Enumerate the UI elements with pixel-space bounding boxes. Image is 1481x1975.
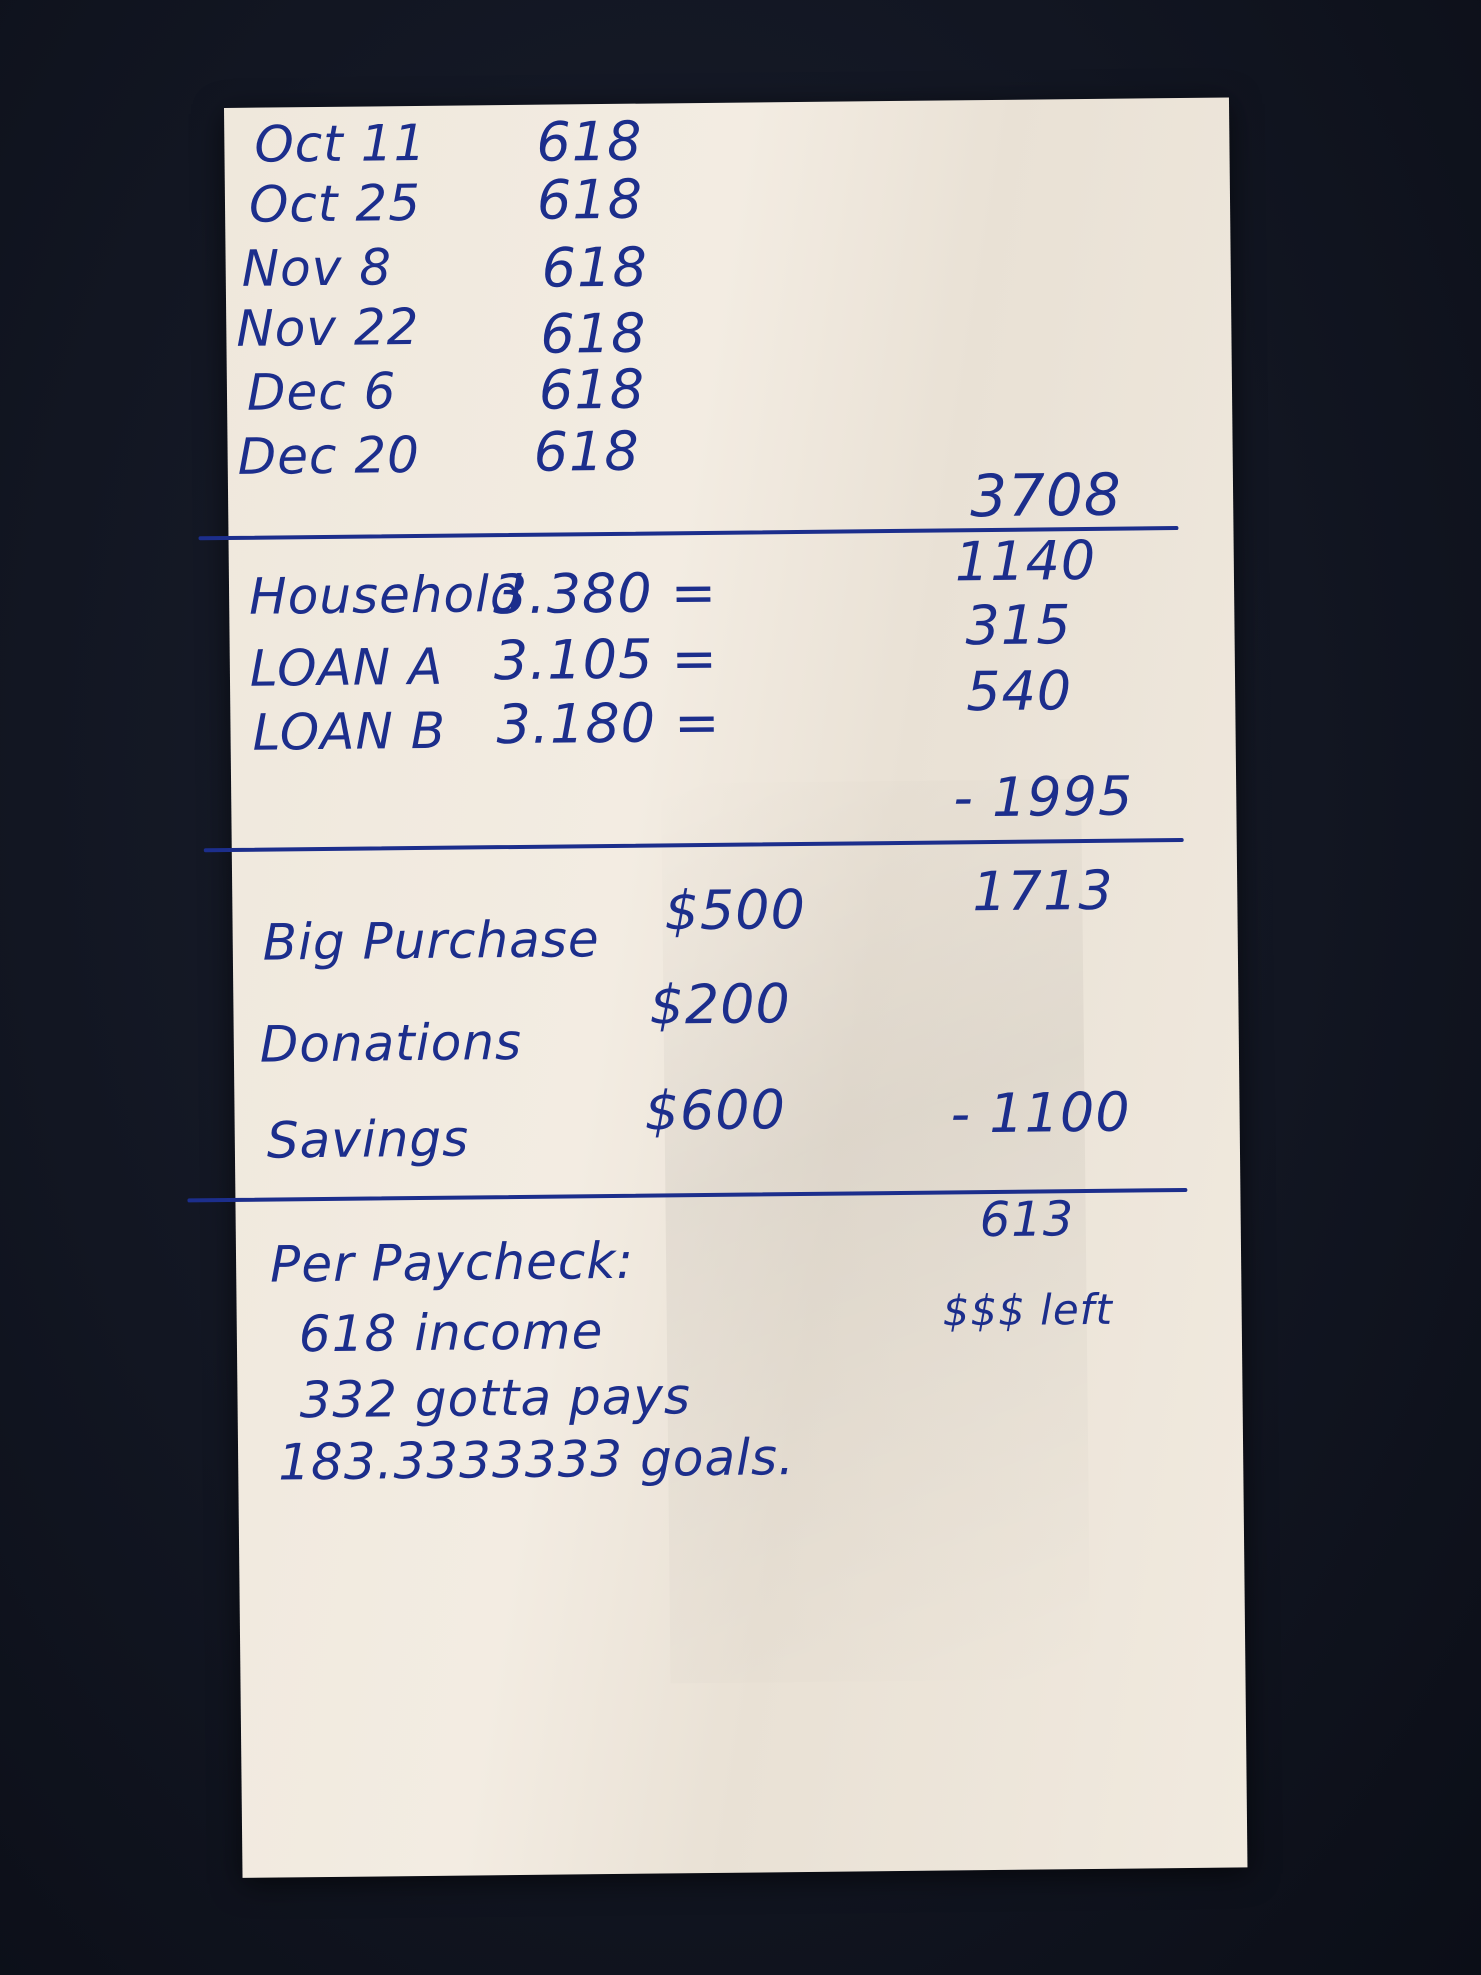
bill-amount: 315 [965, 593, 1072, 658]
paycheck-amount: 618 [538, 357, 646, 422]
bill-label: Household [248, 564, 524, 626]
divider-line [203, 837, 1184, 853]
paycheck-date: Oct 11 [254, 113, 427, 174]
paycheck-date: Oct 25 [248, 173, 422, 234]
bill-calc: 3.380 = [492, 560, 718, 627]
paycheck-amount: 618 [541, 235, 649, 300]
goal-amount: $200 [649, 972, 792, 1037]
remaining-total: 613 [979, 1191, 1075, 1249]
goal-label: Savings [266, 1109, 470, 1170]
after-bills-total: 1713 [971, 858, 1115, 924]
goals-total: - 1100 [950, 1080, 1131, 1146]
bill-label: LOAN A [249, 637, 444, 698]
bill-label: LOAN B [252, 701, 447, 762]
per-paycheck-line: 183.3333333 goals. [277, 1428, 796, 1492]
goal-label: Big Purchase [262, 910, 600, 972]
paycheck-amount: 618 [540, 301, 647, 366]
bill-amount: 540 [965, 659, 1073, 724]
per-paycheck-title: Per Paycheck: [269, 1231, 635, 1294]
budget-note-card: Oct 11 618 Oct 25 618 Nov 8 618 Nov 22 6… [187, 97, 1248, 1878]
per-paycheck-line: 332 gotta pays [299, 1367, 692, 1430]
paycheck-date: Nov 22 [236, 297, 420, 358]
goal-label: Donations [259, 1012, 523, 1074]
income-total: 3708 [969, 460, 1123, 531]
goal-amount: $600 [644, 1078, 787, 1143]
paycheck-date: Dec 20 [237, 425, 421, 486]
paycheck-date: Dec 6 [246, 362, 397, 422]
bill-calc: 3.180 = [496, 690, 721, 757]
remaining-note: $$$ left [942, 1284, 1114, 1336]
paycheck-amount: 618 [536, 109, 643, 174]
bills-total: - 1995 [952, 764, 1134, 830]
paycheck-amount: 618 [533, 419, 641, 484]
bill-amount: 1140 [954, 528, 1097, 594]
goal-amount: $500 [664, 877, 807, 943]
per-paycheck-line: 618 income [298, 1302, 604, 1364]
bill-calc: 3.105 = [493, 626, 719, 693]
paycheck-date: Nov 8 [241, 238, 393, 298]
paycheck-amount: 618 [536, 167, 644, 232]
